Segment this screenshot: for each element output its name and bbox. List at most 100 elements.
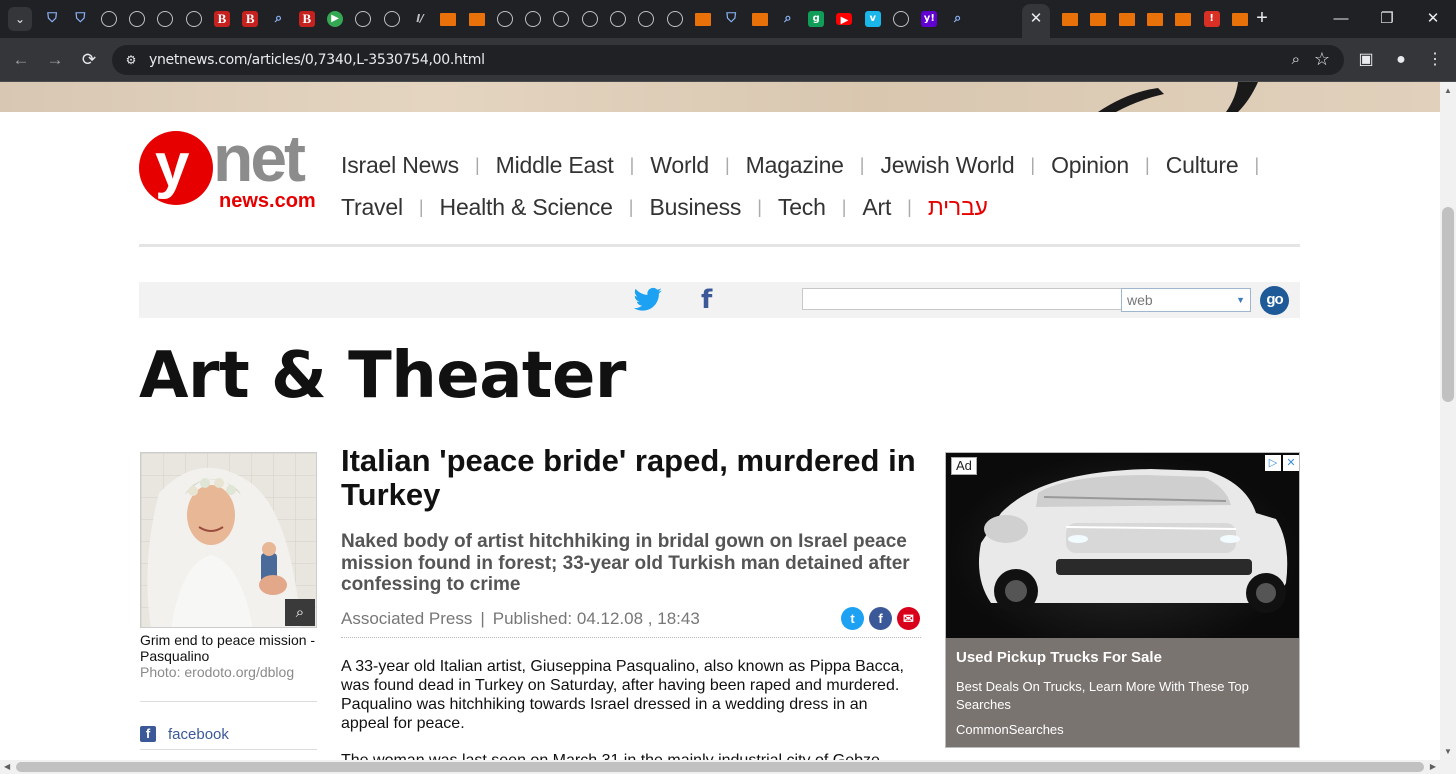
ad-source[interactable]: CommonSearches: [956, 722, 1064, 737]
url-text[interactable]: ynetnews.com/articles/0,7340,L-3530754,0…: [149, 52, 485, 68]
browser-tab-1[interactable]: ⛉: [66, 9, 94, 29]
horizontal-scrollbar[interactable]: ◀ ▶: [0, 760, 1456, 774]
adchoices[interactable]: ▷ ✕: [1263, 455, 1299, 471]
search-scope-select[interactable]: web ▼: [1121, 288, 1251, 312]
site-info-icon[interactable]: ⚙: [122, 51, 140, 69]
browser-tab-4[interactable]: [151, 9, 179, 29]
browser-tab-25[interactable]: [745, 9, 773, 29]
browser-tab-8[interactable]: ⌕: [264, 9, 292, 29]
nav-link-tech[interactable]: Tech: [778, 194, 826, 221]
browser-tab-28[interactable]: ▶: [830, 9, 858, 29]
browser-tab-24[interactable]: ⛉: [717, 9, 745, 29]
nav-link-jewish-world[interactable]: Jewish World: [880, 152, 1014, 179]
profile-icon[interactable]: ●: [1390, 49, 1412, 71]
scroll-left-icon[interactable]: ◀: [4, 762, 10, 771]
browser-tab-19[interactable]: [576, 9, 604, 29]
scroll-right-icon[interactable]: ▶: [1430, 762, 1436, 771]
vertical-scrollbar[interactable]: ▲ ▼: [1440, 82, 1456, 760]
browser-tab-29[interactable]: v: [859, 9, 887, 29]
browser-tab-17[interactable]: [519, 9, 547, 29]
browser-tab-right-6[interactable]: [1226, 9, 1254, 29]
side-panel-icon[interactable]: ▣: [1355, 49, 1377, 71]
browser-tab-6[interactable]: B: [208, 9, 236, 29]
nav-link-culture[interactable]: Culture: [1166, 152, 1239, 179]
browser-tab-13[interactable]: l/: [406, 9, 434, 29]
zoom-icon[interactable]: ⌕: [1292, 51, 1300, 68]
browser-tab-right-4[interactable]: [1169, 9, 1197, 29]
ynet-logo[interactable]: y net news.com: [139, 125, 319, 217]
restore-icon[interactable]: ❐: [1364, 0, 1410, 38]
browser-tab-30[interactable]: [887, 9, 915, 29]
email-share-icon[interactable]: ✉: [897, 607, 920, 630]
bookmark-star-icon[interactable]: ☆: [1314, 49, 1330, 70]
browser-tab-15[interactable]: [462, 9, 490, 29]
browser-tab-14[interactable]: [434, 9, 462, 29]
browser-tab-27[interactable]: g: [802, 9, 830, 29]
advertisement[interactable]: Ad ▷ ✕ Used Pickup Trucks For Sale Best …: [945, 452, 1300, 748]
article-photo[interactable]: ⌕: [140, 452, 317, 628]
zoom-photo-icon[interactable]: ⌕: [285, 599, 315, 626]
vertical-scroll-thumb[interactable]: [1442, 207, 1454, 402]
browser-tab-31[interactable]: y!: [915, 9, 943, 29]
new-tab-button[interactable]: +: [1252, 8, 1272, 28]
close-tab-icon[interactable]: ✕: [1030, 10, 1043, 27]
nav-link-hebrew[interactable]: עברית: [928, 194, 988, 221]
browser-tab-right-5[interactable]: !: [1197, 9, 1225, 29]
scroll-down-icon[interactable]: ▼: [1444, 747, 1452, 756]
facebook-share-link[interactable]: f facebook: [140, 725, 229, 743]
ad-title[interactable]: Used Pickup Trucks For Sale: [956, 649, 1162, 666]
nav-separator: |: [724, 154, 730, 175]
browser-tab-0[interactable]: ⛉: [38, 9, 66, 29]
browser-tab-right-2[interactable]: [1113, 9, 1141, 29]
browser-tab-7[interactable]: B: [236, 9, 264, 29]
ad-close-icon[interactable]: ✕: [1283, 455, 1299, 471]
reload-button[interactable]: ⟳: [78, 49, 100, 71]
nav-link-world[interactable]: World: [650, 152, 709, 179]
facebook-share-icon[interactable]: f: [869, 607, 892, 630]
address-bar[interactable]: ⚙ ynetnews.com/articles/0,7340,L-3530754…: [112, 45, 1344, 75]
browser-tab-2[interactable]: [95, 9, 123, 29]
nav-link-opinion[interactable]: Opinion: [1051, 152, 1129, 179]
browser-tab-22[interactable]: [661, 9, 689, 29]
nav-link-business[interactable]: Business: [649, 194, 741, 221]
browser-tab-20[interactable]: [604, 9, 632, 29]
browser-tab-32[interactable]: ⌕: [944, 9, 972, 29]
nav-link-health-science[interactable]: Health & Science: [440, 194, 613, 221]
twitter-share-icon[interactable]: t: [841, 607, 864, 630]
go-button[interactable]: go: [1260, 286, 1289, 315]
browser-tab-3[interactable]: [123, 9, 151, 29]
nav-link-art[interactable]: Art: [862, 194, 891, 221]
browser-tab-21[interactable]: [632, 9, 660, 29]
close-window-icon[interactable]: ✕: [1410, 0, 1456, 38]
browser-tab-18[interactable]: [547, 9, 575, 29]
nav-link-travel[interactable]: Travel: [341, 194, 403, 221]
browser-tab-23[interactable]: [689, 9, 717, 29]
nav-link-middle-east[interactable]: Middle East: [496, 152, 614, 179]
ad-description[interactable]: Best Deals On Trucks, Learn More With Th…: [956, 678, 1276, 714]
menu-icon[interactable]: ⋮: [1424, 49, 1446, 71]
nav-link-magazine[interactable]: Magazine: [746, 152, 844, 179]
active-tab[interactable]: ✕: [1022, 4, 1050, 38]
facebook-icon[interactable]: f: [701, 285, 717, 315]
twitter-icon[interactable]: [633, 287, 663, 313]
nav-link-israel-news[interactable]: Israel News: [341, 152, 459, 179]
minimize-icon[interactable]: —: [1318, 0, 1364, 38]
browser-tab-right-1[interactable]: [1084, 9, 1112, 29]
browser-tab-12[interactable]: [378, 9, 406, 29]
browser-tab-11[interactable]: [349, 9, 377, 29]
tab-search-button[interactable]: ⌄: [8, 7, 32, 31]
browser-tab-right-0[interactable]: [1056, 9, 1084, 29]
forward-button[interactable]: →: [44, 49, 66, 71]
browser-tab-right-3[interactable]: [1141, 9, 1169, 29]
horizontal-scroll-thumb[interactable]: [16, 762, 1424, 772]
adchoices-icon[interactable]: ▷: [1265, 455, 1281, 471]
ad-image[interactable]: [946, 453, 1299, 638]
scroll-up-icon[interactable]: ▲: [1444, 86, 1452, 95]
browser-tab-5[interactable]: [179, 9, 207, 29]
browser-tab-16[interactable]: [491, 9, 519, 29]
back-button[interactable]: ←: [10, 49, 32, 71]
browser-tab-26[interactable]: ⌕: [774, 9, 802, 29]
search-input[interactable]: [802, 288, 1122, 310]
browser-tab-10[interactable]: ▶: [321, 9, 349, 29]
browser-tab-9[interactable]: B: [293, 9, 321, 29]
